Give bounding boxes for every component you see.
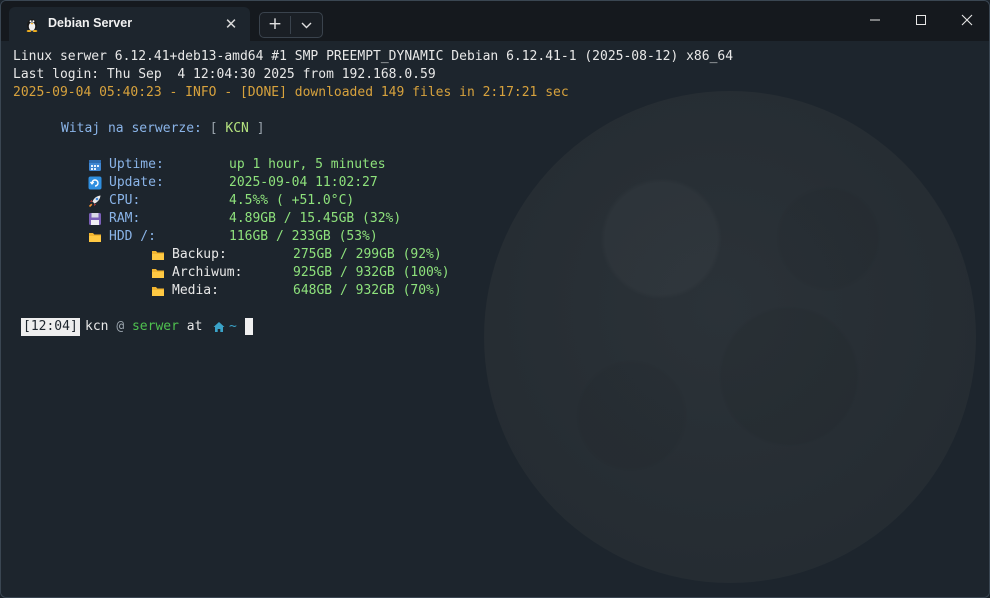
maximize-icon xyxy=(916,15,926,25)
tab-title: Debian Server xyxy=(48,16,133,30)
welcome-user: KCN xyxy=(225,121,249,136)
archiwum-value: 925GB / 932GB (100%) xyxy=(293,265,450,280)
close-window-button[interactable] xyxy=(944,1,989,39)
prompt-host: serwer xyxy=(131,319,179,334)
prompt-at-word: at xyxy=(186,319,203,334)
minimize-button[interactable] xyxy=(852,1,898,39)
title-bar: Debian Server ✕ + xyxy=(1,1,989,41)
welcome-label: Witaj na serwerze: xyxy=(61,121,202,136)
calendar-icon xyxy=(89,160,101,171)
folder-icon xyxy=(152,251,164,260)
log-line: 2025-09-04 05:40:23 - INFO - [DONE] down… xyxy=(13,85,569,100)
archiwum-label: Archiwum: xyxy=(172,265,243,280)
terminal-window: Debian Server ✕ + Linux serwer 6.12.41+d… xyxy=(0,0,990,598)
refresh-icon xyxy=(88,176,102,190)
hdd-value: 116GB / 233GB (53%) xyxy=(229,229,378,244)
prompt-at-glyph: @ xyxy=(116,319,125,334)
media-label: Media: xyxy=(172,283,219,298)
new-tab-button[interactable]: + xyxy=(260,13,290,37)
chevron-down-icon xyxy=(301,22,312,29)
update-value: 2025-09-04 11:02:27 xyxy=(229,175,378,190)
uname-line: Linux serwer 6.12.41+deb13-amd64 #1 SMP … xyxy=(13,49,734,64)
prompt-time: [12:04] xyxy=(21,318,80,336)
tab-dropdown-button[interactable] xyxy=(291,13,322,37)
terminal-content[interactable]: Linux serwer 6.12.41+deb13-amd64 #1 SMP … xyxy=(1,41,989,597)
home-icon xyxy=(213,322,225,332)
hdd-label: HDD /: xyxy=(109,229,156,244)
close-tab-icon[interactable]: ✕ xyxy=(222,15,240,33)
ram-value: 4.89GB / 15.45GB (32%) xyxy=(229,211,402,226)
welcome-bracket-open: [ xyxy=(209,121,218,136)
media-value: 648GB / 932GB (70%) xyxy=(293,283,442,298)
maximize-button[interactable] xyxy=(898,1,944,39)
backup-label: Backup: xyxy=(172,247,227,262)
update-label: Update: xyxy=(109,175,164,190)
cpu-value: 4.5%% ( +51.0°C) xyxy=(229,193,355,208)
welcome-bracket-close: ] xyxy=(256,121,265,136)
prompt-user: kcn xyxy=(85,319,109,334)
folder-icon xyxy=(89,233,101,242)
minimize-icon xyxy=(870,19,880,21)
new-tab-group: + xyxy=(259,12,323,38)
uptime-label: Uptime: xyxy=(109,157,164,172)
folder-icon xyxy=(152,269,164,278)
rocket-icon xyxy=(88,195,101,208)
text-cursor xyxy=(245,318,253,335)
ram-label: RAM: xyxy=(109,211,141,226)
backup-value: 275GB / 299GB (92%) xyxy=(293,247,442,262)
last-login-line: Last login: Thu Sep 4 12:04:30 2025 from… xyxy=(13,67,436,82)
prompt-line: kcn @ serwer at xyxy=(85,318,202,336)
folder-icon xyxy=(152,287,164,296)
close-icon xyxy=(961,14,973,26)
linux-penguin-icon xyxy=(26,19,38,32)
tab-debian-server[interactable]: Debian Server ✕ xyxy=(9,7,250,41)
uptime-value: up 1 hour, 5 minutes xyxy=(229,157,386,172)
prompt-path: ~ xyxy=(229,319,237,334)
floppy-disk-icon xyxy=(89,213,101,225)
welcome-line: Witaj na serwerze: [ KCN ] xyxy=(61,120,265,138)
cpu-label: CPU: xyxy=(109,193,141,208)
moon-background-image xyxy=(484,91,976,583)
